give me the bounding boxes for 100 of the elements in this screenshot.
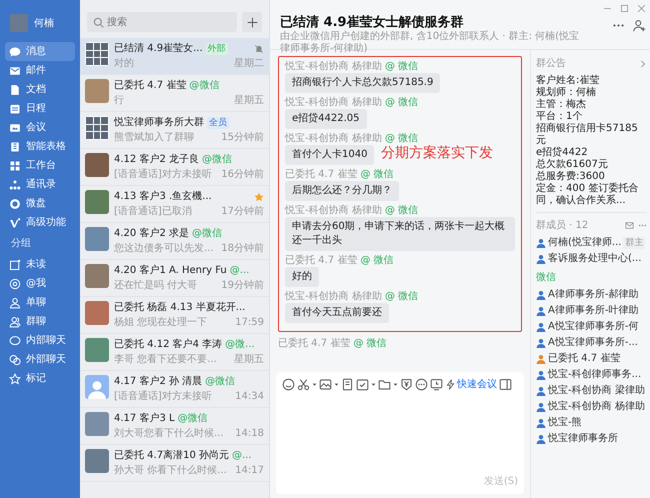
sidebar-item[interactable]: 未读 — [5, 255, 75, 274]
plus-icon — [246, 16, 258, 28]
sidebar-item[interactable]: 智能表格 — [5, 137, 75, 156]
member-name[interactable]: 已委托 4.7 崔莹 — [548, 353, 620, 365]
quick-meeting-button[interactable]: 快速会议 — [445, 377, 497, 392]
caret-icon[interactable] — [371, 382, 376, 387]
channel-label: @ 微信 — [384, 205, 418, 216]
caret-icon[interactable] — [312, 382, 317, 387]
message-preview: 行 — [114, 94, 125, 108]
channel-label: @ 微信 — [384, 133, 418, 144]
sidebar-item[interactable]: 外部聊天 — [5, 350, 75, 369]
sidebar-item[interactable]: 文档 — [5, 80, 75, 99]
caret-icon[interactable] — [393, 382, 398, 387]
add-button[interactable] — [242, 12, 262, 32]
close-icon[interactable] — [637, 4, 646, 13]
message-bubble: 首付今天五点前要还 — [285, 303, 389, 323]
photo-placeholder — [85, 338, 109, 362]
chat-title: 4.17 客户2 孙 清晨 — [114, 375, 202, 389]
channel-label: @... — [230, 264, 250, 278]
channel-label: @... — [232, 449, 252, 463]
sidebar-item[interactable]: 工作台 — [5, 156, 75, 175]
chat-dots-icon[interactable] — [415, 378, 428, 391]
chat-title: 已结清 4.9崔莹女士解债服务群 — [280, 14, 465, 30]
message-preview: 熊雪斌加入了群聊 — [114, 131, 195, 145]
chat-list-item[interactable]: 4.17 客户2 孙 清晨 @微信 [语音通话]对方未接听 14:34 — [80, 371, 269, 408]
member-name[interactable]: A律师事务所-叶律助 — [548, 305, 638, 317]
timestamp: 17分钟前 — [221, 205, 264, 219]
chat-list-item[interactable]: 4.13 客户3 .鱼玄機... [语音通话]已取消 17分钟前 — [80, 186, 269, 223]
chat-list-item[interactable]: 已结清 4.9崔莹女... 外部 对的 星期二 — [80, 38, 269, 75]
sidebar-item[interactable]: 会议 — [5, 118, 75, 137]
member-name[interactable]: 悦宝律师事务所 — [548, 433, 618, 445]
sidebar-item[interactable]: 内部聊天 — [5, 331, 75, 350]
calendar-check-icon[interactable] — [356, 378, 369, 391]
member-name[interactable]: 悦宝-熊 — [548, 417, 582, 429]
chevron-right-icon[interactable] — [639, 60, 647, 68]
search-field[interactable]: 搜索 — [87, 12, 237, 32]
sidebar-item[interactable]: 高级功能 — [5, 213, 75, 232]
screen-icon — [9, 122, 21, 134]
sidebar-item[interactable]: 标记 — [5, 369, 75, 388]
message-preview: 孙大哥 你看下什么时候... — [114, 464, 228, 478]
photo-placeholder — [85, 449, 109, 473]
folder-icon[interactable] — [378, 378, 391, 391]
mail-icon[interactable] — [625, 221, 634, 230]
chat-list-item[interactable]: 4.17 客户3 L @微信 刘大哥您看下什么时候... 14:18 — [80, 408, 269, 445]
member-name[interactable]: 悦宝-科创协商 梁律助 — [548, 385, 645, 397]
chat-title: 已委托 4.7 崔莹 — [114, 79, 186, 93]
chat-list-item[interactable]: 悦宝律师事务所大群 全员 熊雪斌加入了群聊 15分钟前 — [80, 112, 269, 149]
message-preview: 还在忙是吗 付大哥 — [114, 279, 198, 293]
channel-label: @微信 — [205, 375, 236, 389]
message-input-field[interactable]: 快速会议 发送(S) — [276, 372, 524, 494]
screen-clock-icon[interactable] — [430, 378, 443, 391]
calendar-icon — [9, 102, 21, 114]
member-name[interactable]: A律师事务所-郝律助 — [548, 289, 638, 301]
section-heading: 群公告 — [536, 56, 566, 71]
photo-placeholder — [85, 412, 109, 436]
chat-list-item[interactable]: 已委托 杨磊 4.13 半夏花开... 杨姐 您现在处理一下 17:59 — [80, 297, 269, 334]
sidebar-item[interactable]: 微盘 — [5, 194, 75, 213]
message-bubble: 招商银行个人卡总欠款57185.9 — [285, 73, 440, 93]
photo-placeholder — [85, 190, 109, 214]
member-name[interactable]: 悦宝-科创律师事务... — [548, 369, 642, 381]
message-bubble: e招贷4422.05 — [285, 109, 367, 129]
image-icon[interactable] — [319, 378, 332, 391]
sidebar-item[interactable]: 日程 — [5, 99, 75, 118]
photo-placeholder — [85, 301, 109, 325]
note-icon[interactable] — [341, 378, 354, 391]
channel-label: @微... — [225, 338, 255, 352]
chat-list-item[interactable]: 4.20 客户2 求是 @微信 您这边债务可以先发... 18分钟前 — [80, 223, 269, 260]
group-avatar — [85, 42, 109, 66]
chat-list-item[interactable]: 4.12 客户2 龙子良 @微信 [语音通话]对方未接听 16分钟前 — [80, 149, 269, 186]
sidebar-item[interactable]: 群聊 — [5, 312, 75, 331]
sidebar-item[interactable]: 通讯录 — [5, 175, 75, 194]
square-icon — [9, 258, 21, 270]
channel-label: @微信 — [178, 412, 208, 426]
chat-title: 4.17 客户3 L — [114, 412, 175, 426]
add-person-icon[interactable] — [633, 19, 646, 32]
message-preview: 杨姐 您现在处理一下 — [114, 316, 208, 330]
side-panel-icon[interactable] — [499, 378, 512, 391]
sidebar-item[interactable]: @我 — [5, 274, 75, 293]
chat-title: 4.20 客户2 求是 — [114, 227, 189, 241]
sidebar-item[interactable]: 邮件 — [5, 61, 75, 80]
smiley-icon[interactable] — [282, 378, 295, 391]
chat-list-item[interactable]: 已委托 4.7离潜10 孙尚元 @... 孙大哥 你看下什么时候... 14:17 — [80, 445, 269, 482]
member-name[interactable]: A悦宝律师事务所-... — [548, 337, 638, 349]
member-name[interactable]: A悦宝律师事务所-何 — [548, 321, 638, 333]
sidebar-item[interactable]: 单聊 — [5, 293, 75, 312]
sender-name: 悦宝-科创协商 杨律助 — [285, 291, 382, 302]
scissors-icon[interactable] — [297, 378, 310, 391]
member-name[interactable]: 何楠(悦宝律师... — [548, 237, 622, 249]
notice-line: 平台：1个 — [536, 111, 584, 122]
chat-bubble-icon — [9, 46, 21, 58]
grid-icon — [9, 160, 21, 172]
member-name[interactable]: 客诉服务处理中心(... — [548, 253, 642, 265]
photo-placeholder — [85, 153, 109, 177]
chat-list-item[interactable]: 已委托 4.7 崔莹 @微信 行 星期五 — [80, 75, 269, 112]
chat-list-item[interactable]: 已委托 4.12 客户4 李涛 @微... 李哥 您看下还要不要... 星期五 — [80, 334, 269, 371]
yen-shield-icon[interactable] — [400, 378, 413, 391]
caret-icon[interactable] — [334, 382, 339, 387]
chat-list-item[interactable]: 4.20 客户1 A. Henry Fu @... 还在忙是吗 付大哥 19分钟前 — [80, 260, 269, 297]
maximize-icon[interactable] — [620, 4, 629, 13]
member-name[interactable]: 悦宝-科创协商 杨律助 — [548, 401, 645, 413]
